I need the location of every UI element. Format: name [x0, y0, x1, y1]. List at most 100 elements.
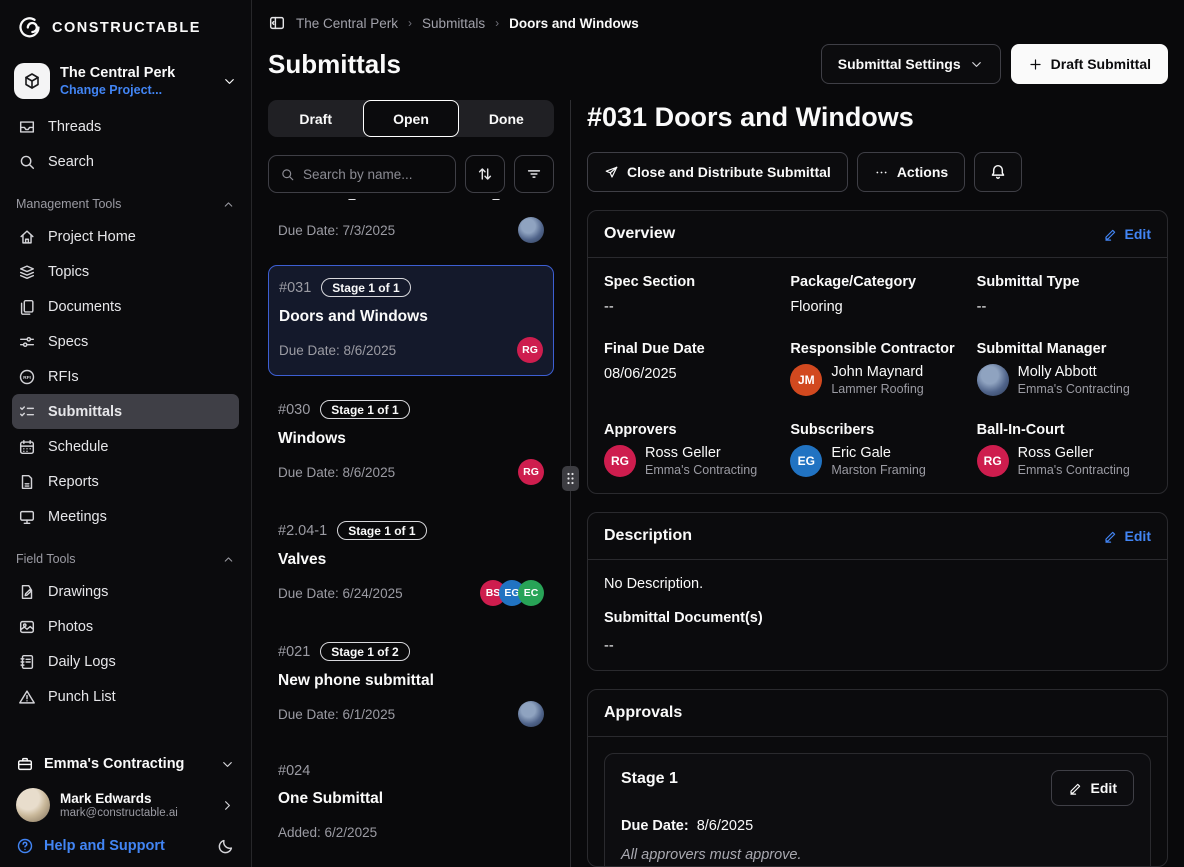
actions-button[interactable]: Actions	[857, 152, 965, 192]
section-field-tools[interactable]: Field Tools	[12, 548, 239, 570]
tab-draft[interactable]: Draft	[268, 100, 363, 137]
search-icon	[18, 153, 36, 171]
person-name: Molly Abbott	[1018, 364, 1130, 380]
sidebar-item-drawings[interactable]: Drawings	[12, 574, 239, 609]
list-item-031[interactable]: #031 Stage 1 of 1 Doors and Windows Due …	[268, 265, 554, 376]
sidebar-item-meetings[interactable]: Meetings	[12, 499, 239, 534]
avatar	[518, 217, 544, 243]
item-title: Valves	[278, 551, 544, 569]
field-responsible-contractor: Responsible Contractor JM John Maynard L…	[790, 341, 964, 396]
description-text: No Description.	[604, 576, 1151, 592]
layers-icon	[18, 263, 36, 281]
documents-icon	[18, 298, 36, 316]
breadcrumb-submittals[interactable]: Submittals	[422, 16, 485, 31]
avatar: RG	[977, 445, 1009, 477]
approvals-card: Approvals Stage 1 Edit	[587, 689, 1168, 867]
item-due-date: Due Date: 7/3/2025	[278, 223, 395, 238]
draft-submittal-button[interactable]: Draft Submittal	[1011, 44, 1168, 84]
pencil-icon	[1103, 227, 1118, 242]
description-edit-button[interactable]: Edit	[1103, 528, 1151, 544]
search-input[interactable]	[303, 167, 444, 182]
sidebar-item-threads[interactable]: Threads	[12, 109, 239, 144]
stage-badge: Stage 1 of 1	[337, 521, 426, 540]
item-title: Doors and Windows	[279, 308, 543, 326]
stage-badge: Stage 1 of 1	[321, 278, 410, 297]
search-box[interactable]	[268, 155, 456, 193]
sidebar-item-topics[interactable]: Topics	[12, 254, 239, 289]
item-due-date: Due Date: 8/6/2025	[278, 465, 395, 480]
user-name: Mark Edwards	[60, 791, 178, 806]
section-management-tools[interactable]: Management Tools	[12, 193, 239, 215]
sidebar-item-label: Meetings	[48, 509, 107, 525]
stage-badge: Stage 1 of 2	[320, 642, 409, 661]
plus-icon	[1028, 57, 1043, 72]
person-name: John Maynard	[831, 364, 923, 380]
stage-edit-button[interactable]: Edit	[1051, 770, 1134, 806]
avatar	[977, 364, 1009, 396]
sidebar-item-specs[interactable]: Specs	[12, 324, 239, 359]
home-icon	[18, 228, 36, 246]
panel-resize-handle[interactable]	[562, 466, 579, 491]
help-and-support[interactable]: Help and Support	[12, 829, 239, 857]
stage-1-card: Stage 1 Edit Due Date:8/6/2025 All appro…	[604, 753, 1151, 867]
avatar: JM	[790, 364, 822, 396]
org-selector[interactable]: Emma's Contracting	[12, 747, 239, 781]
item-number: #030	[278, 402, 310, 418]
notifications-button[interactable]	[974, 152, 1022, 192]
avatar: RG	[518, 459, 544, 485]
list-item-partial[interactable]: Due Date: 7/3/2025	[268, 199, 554, 255]
sidebar-item-search[interactable]: Search	[12, 144, 239, 179]
sidebar-item-label: Documents	[48, 299, 121, 315]
field-package-category: Package/Category Flooring	[790, 274, 964, 315]
project-selector[interactable]: The Central Perk Change Project...	[14, 63, 237, 99]
sidebar-item-documents[interactable]: Documents	[12, 289, 239, 324]
item-number: #2.04-1	[278, 523, 327, 539]
dark-mode-moon-icon[interactable]	[217, 837, 235, 855]
item-number: #031	[279, 280, 311, 296]
breadcrumb: The Central Perk › Submittals › Doors an…	[252, 0, 1184, 32]
sidebar-item-photos[interactable]: Photos	[12, 609, 239, 644]
section-title: Field Tools	[16, 552, 76, 566]
sidebar-item-label: Threads	[48, 119, 101, 135]
filter-button[interactable]	[514, 155, 554, 193]
sidebar-item-submittals[interactable]: Submittals	[12, 394, 239, 429]
sidebar-item-label: Photos	[48, 619, 93, 635]
sidebar-item-reports[interactable]: Reports	[12, 464, 239, 499]
user-menu[interactable]: Mark Edwards mark@constructable.ai	[12, 781, 239, 829]
sidebar-item-schedule[interactable]: Schedule	[12, 429, 239, 464]
list-item-204-1[interactable]: #2.04-1 Stage 1 of 1 Valves Due Date: 6/…	[268, 509, 554, 618]
submittal-title: #031 Doors and Windows	[587, 102, 1168, 133]
person-name: Eric Gale	[831, 445, 925, 461]
collapse-sidebar-button[interactable]	[268, 14, 286, 32]
pencil-icon	[1068, 781, 1083, 796]
overview-edit-button[interactable]: Edit	[1103, 226, 1151, 242]
draft-submittal-label: Draft Submittal	[1051, 56, 1151, 72]
tab-done[interactable]: Done	[459, 100, 554, 137]
breadcrumb-project[interactable]: The Central Perk	[296, 16, 398, 31]
briefcase-icon	[16, 755, 34, 773]
brand: CONSTRUCTABLE	[12, 14, 239, 41]
sort-arrows-icon	[476, 165, 494, 183]
constructable-logo-icon	[16, 14, 43, 41]
sidebar-item-punch-list[interactable]: Punch List	[12, 679, 239, 714]
chevron-up-icon	[222, 198, 235, 211]
actions-label: Actions	[897, 164, 948, 180]
close-distribute-button[interactable]: Close and Distribute Submittal	[587, 152, 848, 192]
list-item-021[interactable]: #021 Stage 1 of 2 New phone submittal Du…	[268, 630, 554, 739]
sort-button[interactable]	[465, 155, 505, 193]
avatar: EC	[518, 580, 544, 606]
overview-card: Overview Edit Spec Section --	[587, 210, 1168, 494]
person-org: Emma's Contracting	[645, 463, 757, 477]
sidebar-item-project-home[interactable]: Project Home	[12, 219, 239, 254]
checklist-icon	[18, 403, 36, 421]
sidebar-item-daily-logs[interactable]: Daily Logs	[12, 644, 239, 679]
close-distribute-label: Close and Distribute Submittal	[627, 164, 831, 180]
tab-open[interactable]: Open	[363, 100, 458, 137]
change-project-link[interactable]: Change Project...	[60, 83, 212, 97]
person-org: Emma's Contracting	[1018, 463, 1130, 477]
list-item-030[interactable]: #030 Stage 1 of 1 Windows Due Date: 8/6/…	[268, 388, 554, 497]
sidebar-item-rfis[interactable]: RFI RFIs	[12, 359, 239, 394]
list-item-024[interactable]: #024 One Submittal Added: 6/2/2025	[268, 751, 554, 857]
page-header: Submittals Submittal Settings Draft Subm…	[252, 32, 1184, 84]
submittal-settings-button[interactable]: Submittal Settings	[821, 44, 1001, 84]
